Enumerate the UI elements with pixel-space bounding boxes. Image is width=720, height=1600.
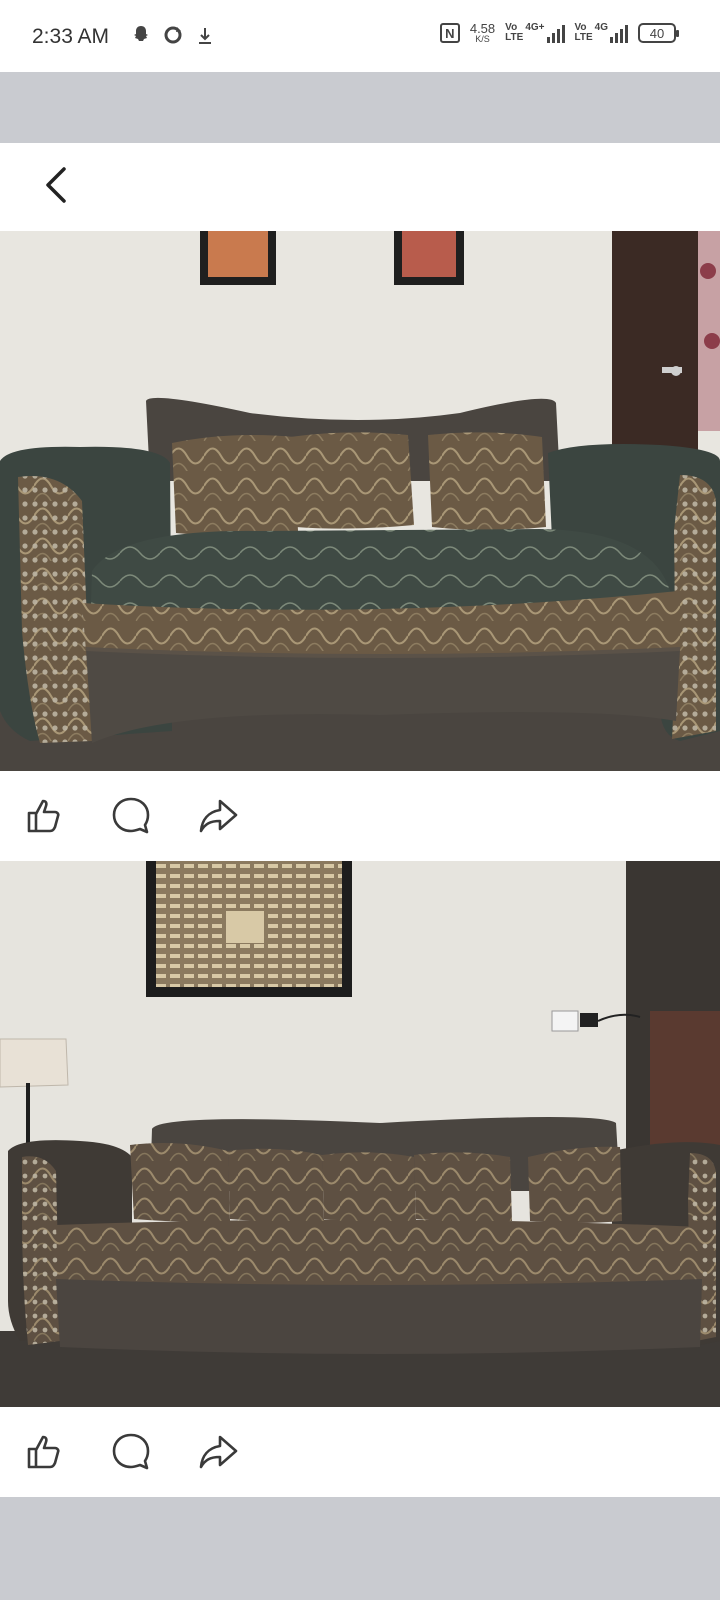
battery-icon: 40 — [638, 23, 679, 43]
nfc-icon: N — [439, 23, 460, 43]
loveseat-sofa-photo[interactable] — [0, 231, 720, 771]
snapchat-icon — [130, 24, 152, 46]
signal-bars-icon — [546, 25, 565, 43]
like-icon — [27, 1435, 60, 1469]
comment-icon — [112, 797, 150, 834]
post-actions-2 — [0, 1407, 720, 1497]
share-button[interactable] — [196, 1429, 242, 1475]
like-button[interactable] — [20, 1429, 66, 1475]
chevron-left-icon — [46, 167, 66, 203]
sim2-signal: Vo LTE 4G — [574, 23, 628, 43]
comment-button[interactable] — [108, 1429, 154, 1475]
comment-icon — [112, 1433, 150, 1470]
like-icon — [27, 799, 60, 833]
sim1-network-type: 4G+ — [525, 22, 545, 33]
share-icon — [199, 1435, 238, 1469]
net-speed-unit: K/S — [475, 34, 490, 44]
status-bar: 2:33 AM N 4.58 K/S Vo LTE 4G+ Vo LTE 4G … — [0, 0, 720, 72]
like-button[interactable] — [20, 793, 66, 839]
download-icon — [194, 24, 216, 46]
signal-bars-icon — [610, 25, 628, 43]
sim2-volte-bottom: LTE — [574, 32, 593, 43]
top-app-bar — [0, 143, 720, 231]
back-button[interactable] — [34, 163, 78, 207]
share-icon — [199, 799, 238, 833]
status-right-icons: N 4.58 K/S Vo LTE 4G+ Vo LTE 4G 40 — [439, 22, 679, 44]
status-left-icons — [130, 24, 216, 46]
post-actions-1 — [0, 771, 720, 861]
battery-level: 40 — [649, 25, 665, 41]
sim1-signal: Vo LTE 4G+ — [505, 22, 565, 43]
three-seat-sofa-photo[interactable] — [0, 861, 720, 1407]
sync-icon — [162, 24, 184, 46]
status-time: 2:33 AM — [32, 25, 110, 48]
share-button[interactable] — [196, 793, 242, 839]
sim1-volte-bottom: LTE — [505, 32, 524, 43]
comment-button[interactable] — [108, 793, 154, 839]
net-speed: 4.58 K/S — [470, 22, 495, 44]
